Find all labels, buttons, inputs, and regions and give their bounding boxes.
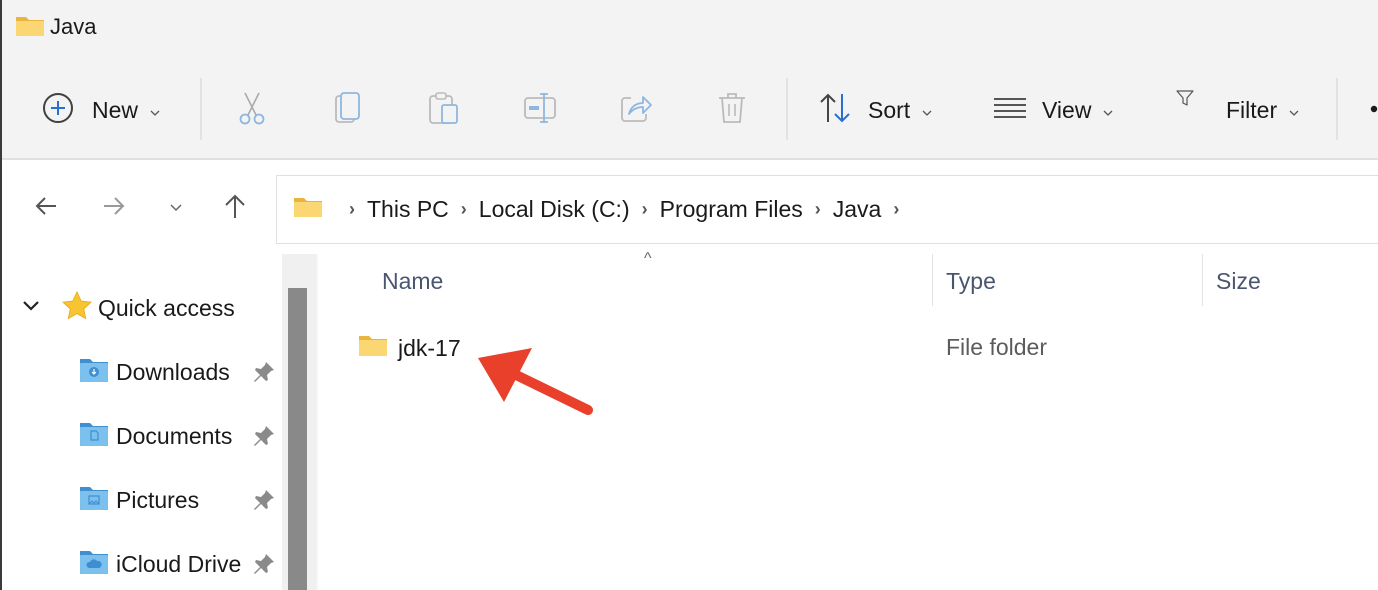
pin-icon[interactable] xyxy=(252,424,276,448)
downloads-label: Downloads xyxy=(116,358,230,385)
star-icon xyxy=(62,290,92,326)
sort-icon xyxy=(818,92,852,129)
breadcrumb-separator[interactable]: › xyxy=(349,199,355,220)
sidebar-item-pictures[interactable]: Pictures xyxy=(80,480,199,520)
delete-button[interactable] xyxy=(712,90,752,130)
column-header-name[interactable]: Name xyxy=(382,268,443,295)
sidebar-item-quick-access[interactable]: Quick access xyxy=(22,288,235,328)
up-arrow-icon xyxy=(223,193,247,224)
delete-icon xyxy=(717,91,747,130)
sidebar-scrollbar-thumb[interactable] xyxy=(288,288,307,590)
forward-button[interactable] xyxy=(98,192,130,224)
pictures-folder-icon xyxy=(80,485,108,516)
column-header-size[interactable]: Size xyxy=(1216,268,1261,295)
view-list-icon xyxy=(994,97,1026,124)
icloud-drive-label: iCloud Drive xyxy=(116,550,242,577)
column-divider[interactable] xyxy=(1202,254,1203,306)
view-label: View xyxy=(1042,96,1092,123)
icloud-folder-icon xyxy=(80,549,108,580)
copy-icon xyxy=(334,91,362,130)
command-bar: New Sort View Filter xyxy=(2,58,1378,160)
sort-button[interactable]: Sort xyxy=(818,90,932,130)
breadcrumb-local-disk[interactable]: Local Disk (C:) xyxy=(479,196,630,223)
breadcrumb-separator[interactable]: › xyxy=(893,199,899,220)
more-icon xyxy=(1362,101,1378,119)
paste-icon xyxy=(428,91,460,130)
chevron-down-icon[interactable] xyxy=(22,299,40,317)
downloads-folder-icon xyxy=(80,357,108,388)
cut-button[interactable] xyxy=(232,90,272,130)
navigation-pane: Quick access Downloads Documents Picture… xyxy=(2,254,282,590)
folder-icon xyxy=(15,14,45,43)
chevron-down-icon xyxy=(1103,105,1113,116)
share-icon xyxy=(619,92,653,129)
breadcrumb-separator[interactable]: › xyxy=(815,199,821,220)
new-label: New xyxy=(92,96,139,123)
new-button[interactable]: New xyxy=(42,90,160,130)
pin-icon[interactable] xyxy=(252,552,276,576)
breadcrumb-this-pc[interactable]: This PC xyxy=(367,196,449,223)
chevron-down-icon xyxy=(150,105,160,116)
red-arrow-annotation xyxy=(478,348,593,415)
file-name[interactable]: jdk-17 xyxy=(398,335,461,362)
sort-ascending-icon: ^ xyxy=(644,250,652,267)
filter-label: Filter xyxy=(1226,96,1278,123)
back-button[interactable] xyxy=(30,192,62,224)
add-circle-icon xyxy=(42,92,74,129)
file-row[interactable]: jdk-17 xyxy=(358,332,461,364)
up-button[interactable] xyxy=(219,192,251,224)
breadcrumb-program-files[interactable]: Program Files xyxy=(660,196,803,223)
navigation-row: › This PC › Local Disk (C:) › Program Fi… xyxy=(2,162,1378,254)
back-arrow-icon xyxy=(34,195,58,222)
share-button[interactable] xyxy=(616,90,656,130)
recent-locations-button[interactable] xyxy=(160,192,192,224)
folder-icon xyxy=(358,334,388,363)
separator xyxy=(786,78,788,140)
title-bar: Java xyxy=(2,0,1378,58)
rename-icon xyxy=(523,91,557,130)
pin-icon[interactable] xyxy=(252,488,276,512)
address-bar[interactable]: › This PC › Local Disk (C:) › Program Fi… xyxy=(276,175,1378,244)
pin-icon[interactable] xyxy=(252,360,276,384)
breadcrumb-java[interactable]: Java xyxy=(833,196,882,223)
paste-button[interactable] xyxy=(424,90,464,130)
quick-access-label: Quick access xyxy=(98,294,235,321)
column-divider[interactable] xyxy=(932,254,933,306)
filter-button[interactable]: Filter xyxy=(1176,89,1299,130)
filter-icon xyxy=(1176,89,1194,111)
file-type: File folder xyxy=(946,334,1047,360)
forward-arrow-icon xyxy=(102,195,126,222)
view-button[interactable]: View xyxy=(994,90,1113,130)
copy-button[interactable] xyxy=(328,90,368,130)
folder-icon xyxy=(293,195,323,224)
column-header-type[interactable]: Type xyxy=(946,268,996,295)
pictures-label: Pictures xyxy=(116,486,200,513)
separator xyxy=(200,78,202,140)
more-button[interactable] xyxy=(1362,90,1378,130)
sidebar-item-icloud-drive[interactable]: iCloud Drive xyxy=(80,544,241,584)
window-title: Java xyxy=(50,14,97,39)
breadcrumb-separator[interactable]: › xyxy=(461,199,467,220)
sort-label: Sort xyxy=(868,96,911,123)
separator xyxy=(1336,78,1338,140)
documents-label: Documents xyxy=(116,422,233,449)
documents-folder-icon xyxy=(80,421,108,452)
cut-icon xyxy=(236,91,268,130)
chevron-down-icon xyxy=(170,199,182,217)
chevron-down-icon xyxy=(922,105,932,116)
rename-button[interactable] xyxy=(520,90,560,130)
sidebar-item-documents[interactable]: Documents xyxy=(80,416,232,456)
breadcrumb-separator[interactable]: › xyxy=(642,199,648,220)
chevron-down-icon xyxy=(1289,105,1299,116)
sidebar-item-downloads[interactable]: Downloads xyxy=(80,352,230,392)
